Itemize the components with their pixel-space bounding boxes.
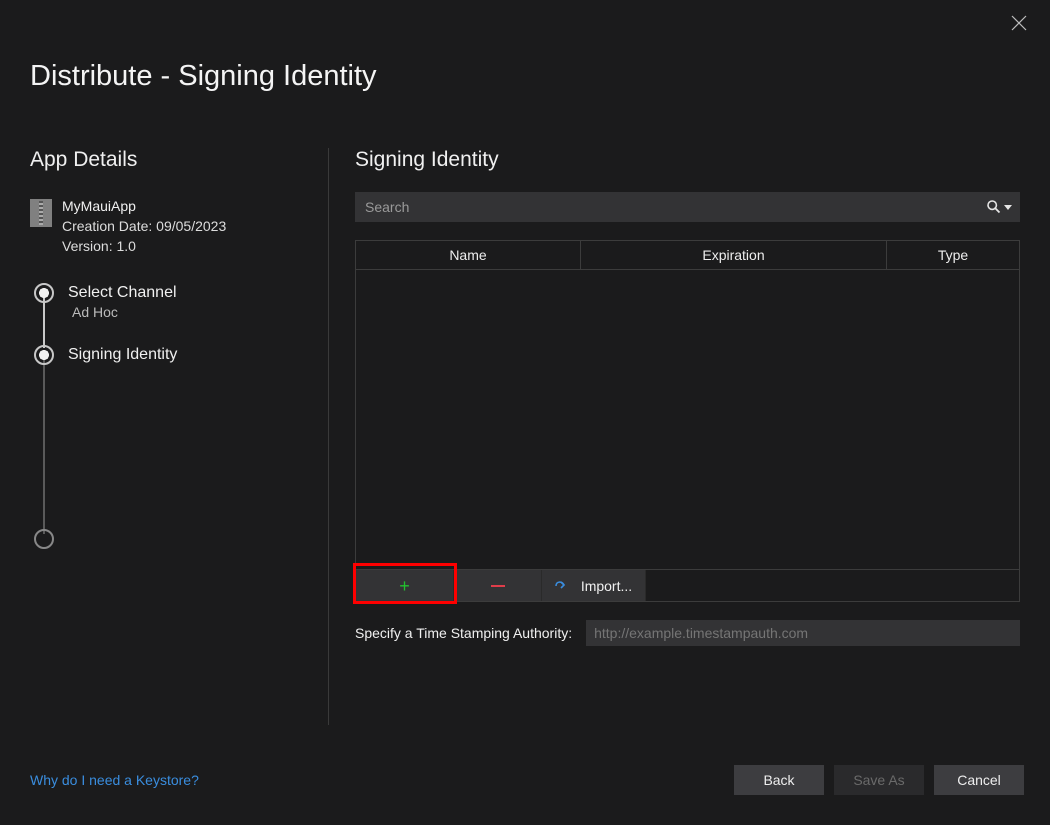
column-header-type[interactable]: Type bbox=[887, 241, 1019, 269]
minus-icon bbox=[491, 585, 505, 587]
table-body-empty[interactable] bbox=[356, 270, 1019, 569]
import-label: Import... bbox=[581, 578, 632, 594]
dialog-window: Distribute - Signing Identity App Detail… bbox=[0, 0, 1050, 825]
identity-table: Name Expiration Type + bbox=[355, 240, 1020, 602]
step-signing-identity[interactable]: Signing Identity bbox=[34, 344, 177, 396]
step-label: Select Channel bbox=[68, 282, 177, 304]
app-creation-date: Creation Date: 09/05/2023 bbox=[62, 216, 226, 236]
search-input[interactable] bbox=[363, 198, 986, 216]
dialog-footer: Why do I need a Keystore? Back Save As C… bbox=[30, 765, 1024, 795]
step-future bbox=[34, 528, 54, 580]
column-header-expiration[interactable]: Expiration bbox=[581, 241, 887, 269]
tsa-input[interactable] bbox=[586, 620, 1020, 646]
step-indicator-current-icon bbox=[34, 345, 54, 365]
signing-identity-heading: Signing Identity bbox=[355, 148, 1020, 172]
search-dropdown-button[interactable] bbox=[986, 199, 1012, 215]
import-arrow-icon bbox=[555, 579, 573, 593]
save-as-button: Save As bbox=[834, 765, 924, 795]
search-bar bbox=[355, 192, 1020, 222]
remove-identity-button[interactable] bbox=[454, 570, 542, 601]
column-header-name[interactable]: Name bbox=[356, 241, 581, 269]
search-icon bbox=[986, 199, 1002, 215]
chevron-down-icon bbox=[1004, 203, 1012, 211]
app-version: Version: 1.0 bbox=[62, 236, 226, 256]
keystore-help-link[interactable]: Why do I need a Keystore? bbox=[30, 772, 199, 788]
step-indicator-done-icon bbox=[34, 283, 54, 303]
plus-icon: + bbox=[399, 577, 410, 595]
step-sublabel: Ad Hoc bbox=[72, 304, 177, 320]
import-identity-button[interactable]: Import... bbox=[542, 570, 646, 601]
close-icon bbox=[1010, 14, 1028, 32]
dialog-body: App Details MyMauiApp Creation Date: 09/… bbox=[30, 148, 1020, 725]
cancel-button[interactable]: Cancel bbox=[934, 765, 1024, 795]
add-identity-button[interactable]: + bbox=[356, 570, 454, 601]
table-action-bar: + Import... bbox=[356, 569, 1019, 601]
left-pane: App Details MyMauiApp Creation Date: 09/… bbox=[30, 148, 328, 725]
wizard-steps: Select Channel Ad Hoc Signing Identity bbox=[34, 282, 318, 542]
table-header: Name Expiration Type bbox=[356, 241, 1019, 270]
dialog-title: Distribute - Signing Identity bbox=[30, 60, 377, 93]
app-details-heading: App Details bbox=[30, 148, 318, 172]
timestamp-authority-row: Specify a Time Stamping Authority: bbox=[355, 620, 1020, 646]
close-button[interactable] bbox=[1010, 14, 1028, 32]
vertical-divider bbox=[328, 148, 329, 725]
step-label: Signing Identity bbox=[68, 344, 177, 366]
back-button[interactable]: Back bbox=[734, 765, 824, 795]
tsa-label: Specify a Time Stamping Authority: bbox=[355, 625, 572, 641]
archive-icon bbox=[30, 199, 52, 227]
step-select-channel[interactable]: Select Channel Ad Hoc bbox=[34, 282, 177, 334]
app-name: MyMauiApp bbox=[62, 196, 226, 216]
right-pane: Signing Identity Name Exp bbox=[355, 148, 1020, 725]
step-indicator-pending-icon bbox=[34, 529, 54, 549]
app-info-block: MyMauiApp Creation Date: 09/05/2023 Vers… bbox=[30, 196, 318, 256]
